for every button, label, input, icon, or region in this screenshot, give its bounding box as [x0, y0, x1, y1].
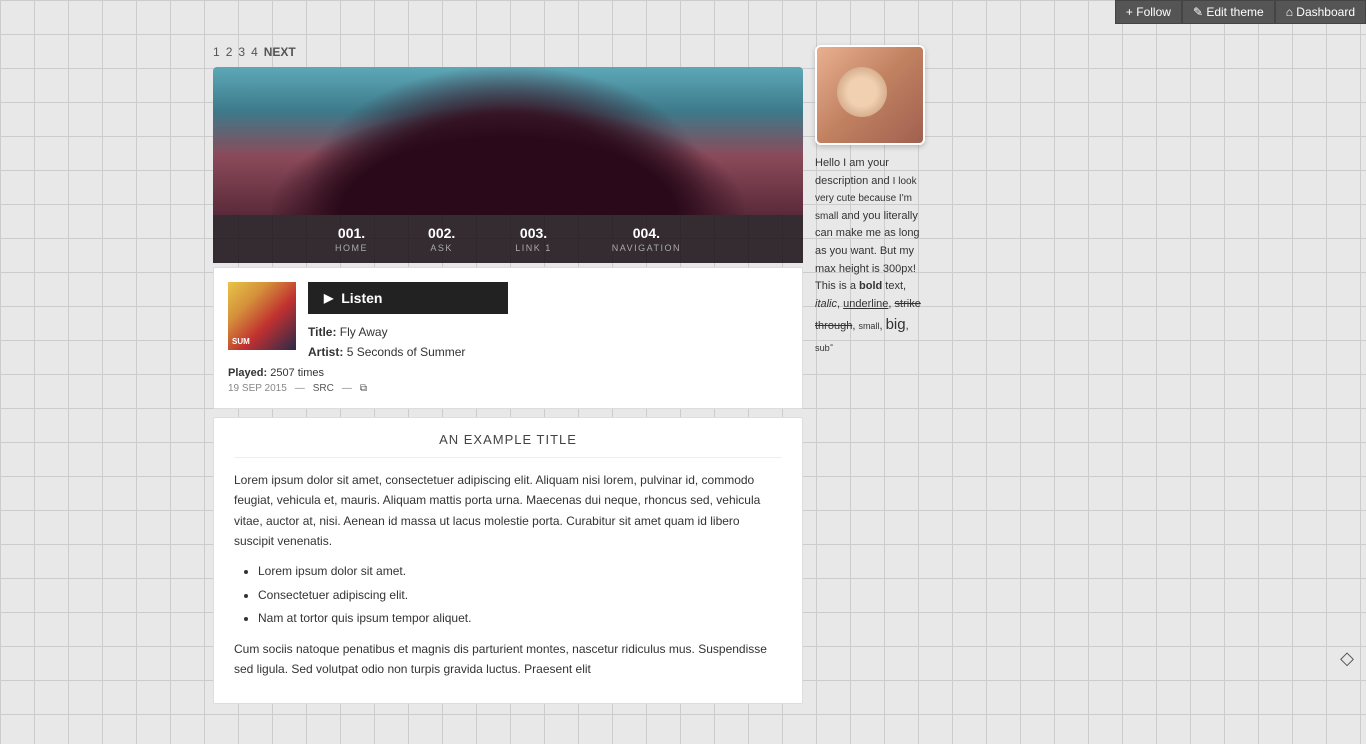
- played-label: Played:: [228, 367, 267, 379]
- nav-num-navigation: 004.: [633, 225, 660, 241]
- post-paragraph-1: Lorem ipsum dolor sit amet, consectetuer…: [234, 470, 782, 552]
- music-card: ▶ Listen Title: Fly Away Artist: 5 Secon…: [213, 267, 803, 409]
- player-controls: ▶ Listen Title: Fly Away Artist: 5 Secon…: [308, 282, 788, 363]
- follow-button[interactable]: + Follow: [1115, 0, 1182, 24]
- list-item: Lorem ipsum dolor sit amet.: [258, 561, 782, 581]
- music-player-row: ▶ Listen Title: Fly Away Artist: 5 Secon…: [228, 282, 788, 363]
- desc-sub: sub: [815, 344, 830, 354]
- avatar: [815, 45, 925, 145]
- play-button[interactable]: ▶ Listen: [308, 282, 508, 314]
- title-value: Fly Away: [340, 325, 388, 339]
- meta-separator-2: —: [342, 383, 352, 394]
- header-banner: [213, 67, 803, 215]
- desc-underline: underline: [843, 298, 888, 310]
- post-body: Lorem ipsum dolor sit amet, consectetuer…: [234, 470, 782, 680]
- center-column: 1 2 3 4 NEXT 001. HOME 002. ASK: [213, 45, 803, 704]
- artist-value: 5 Seconds of Summer: [347, 345, 466, 359]
- play-icon: ▶: [324, 291, 333, 305]
- post-date: 19 SEP 2015: [228, 383, 287, 394]
- title-label: Title:: [308, 325, 336, 339]
- desc-big: big: [886, 316, 906, 333]
- main-wrapper: 1 2 3 4 NEXT 001. HOME 002. ASK: [0, 0, 1366, 744]
- dashboard-button[interactable]: ⌂ Dashboard: [1275, 0, 1366, 24]
- meta-row: 19 SEP 2015 — SRC — ⧉: [228, 383, 788, 394]
- right-sidebar: Hello I am your description and I look v…: [815, 45, 925, 704]
- edit-theme-button[interactable]: ✎ Edit theme: [1182, 0, 1275, 24]
- description-box: Hello I am your description and I look v…: [815, 155, 925, 356]
- nav-label-link1: LINK 1: [515, 243, 552, 253]
- played-value: 2507 times: [270, 367, 324, 379]
- external-link-icon[interactable]: ⧉: [360, 383, 367, 394]
- nav-item-navigation[interactable]: 004. NAVIGATION: [582, 221, 711, 257]
- played-row: Played: 2507 times: [228, 367, 788, 379]
- nav-label-ask: ASK: [430, 243, 453, 253]
- page-2[interactable]: 2: [226, 45, 233, 59]
- post-title: AN EXAMPLE TITLE: [234, 432, 782, 458]
- post-list: Lorem ipsum dolor sit amet. Consectetuer…: [258, 561, 782, 628]
- pagination: 1 2 3 4 NEXT: [213, 45, 803, 59]
- artist-label: Artist:: [308, 345, 343, 359]
- play-button-label: Listen: [341, 290, 382, 306]
- nav-bar: 001. HOME 002. ASK 003. LINK 1 004. NAVI…: [213, 215, 803, 263]
- content-area: 1 2 3 4 NEXT 001. HOME 002. ASK: [213, 45, 1153, 704]
- track-info: Title: Fly Away Artist: 5 Seconds of Sum…: [308, 322, 788, 363]
- desc-italic: italic: [815, 298, 837, 310]
- desc-small: I look very cute because I'm small: [815, 176, 917, 222]
- nav-label-navigation: NAVIGATION: [612, 243, 681, 253]
- nav-num-link1: 003.: [520, 225, 547, 241]
- meta-separator: —: [295, 383, 305, 394]
- page-1[interactable]: 1: [213, 45, 220, 59]
- src-link[interactable]: SRC: [313, 383, 334, 394]
- desc-small-2: small: [858, 321, 879, 331]
- album-art: [228, 282, 296, 350]
- diamond-icon: ◇: [1340, 648, 1354, 669]
- nav-label-home: HOME: [335, 243, 368, 253]
- desc-bold: bold: [859, 280, 882, 292]
- post-paragraph-2: Cum sociis natoque penatibus et magnis d…: [234, 639, 782, 680]
- post-card: AN EXAMPLE TITLE Lorem ipsum dolor sit a…: [213, 417, 803, 705]
- nav-item-link1[interactable]: 003. LINK 1: [485, 221, 582, 257]
- nav-num-ask: 002.: [428, 225, 455, 241]
- page-3[interactable]: 3: [238, 45, 245, 59]
- topbar: + Follow ✎ Edit theme ⌂ Dashboard: [1115, 0, 1366, 24]
- list-item: Consectetuer adipiscing elit.: [258, 585, 782, 605]
- nav-item-home[interactable]: 001. HOME: [305, 221, 398, 257]
- page-4[interactable]: 4: [251, 45, 258, 59]
- list-item: Nam at tortor quis ipsum tempor aliquet.: [258, 608, 782, 628]
- pagination-next[interactable]: NEXT: [264, 45, 296, 59]
- nav-item-ask[interactable]: 002. ASK: [398, 221, 485, 257]
- mountain-decoration-2: [272, 105, 744, 215]
- nav-num-home: 001.: [338, 225, 365, 241]
